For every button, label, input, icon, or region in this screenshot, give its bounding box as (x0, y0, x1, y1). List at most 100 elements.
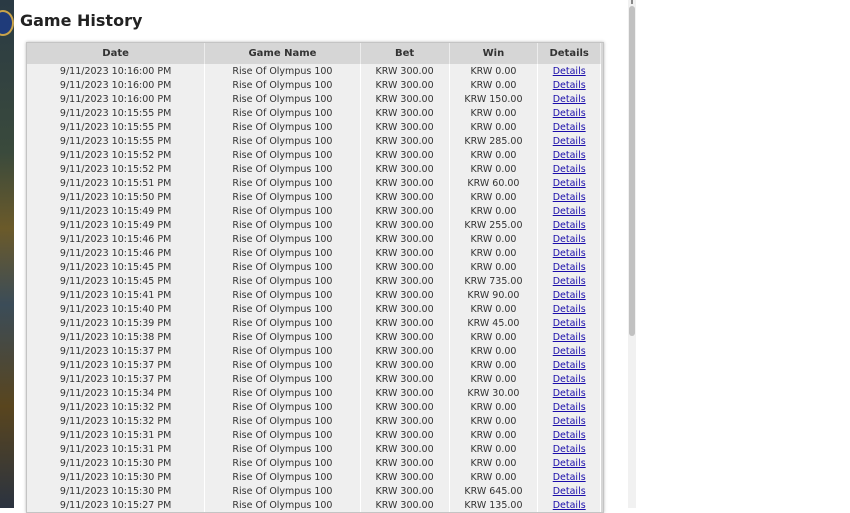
cell-game-name: Rise Of Olympus 100 (204, 106, 361, 120)
cell-bet: KRW 300.00 (360, 414, 450, 428)
cell-details: Details (537, 190, 601, 204)
cell-details: Details (537, 246, 601, 260)
details-link[interactable]: Details (553, 374, 586, 385)
cell-game-name: Rise Of Olympus 100 (204, 162, 361, 176)
scrollbar-thumb[interactable] (629, 6, 635, 336)
details-link[interactable]: Details (553, 136, 586, 147)
cell-game-name: Rise Of Olympus 100 (204, 470, 361, 484)
cell-game-name: Rise Of Olympus 100 (204, 64, 361, 78)
table-row: 9/11/2023 10:15:46 PM Rise Of Olympus 100… (27, 246, 601, 260)
cell-date: 9/11/2023 10:15:34 PM (27, 386, 206, 400)
cell-details: Details (537, 372, 601, 386)
details-link[interactable]: Details (553, 290, 586, 301)
details-link[interactable]: Details (553, 66, 586, 77)
cell-date: 9/11/2023 10:15:27 PM (27, 498, 206, 512)
details-link[interactable]: Details (553, 276, 586, 287)
cell-details: Details (537, 498, 601, 512)
table-row: 9/11/2023 10:15:32 PM Rise Of Olympus 100… (27, 414, 601, 428)
details-link[interactable]: Details (553, 430, 586, 441)
table-row: 9/11/2023 10:15:51 PM Rise Of Olympus 100… (27, 176, 601, 190)
history-table-container: Date Game Name Bet Win Details 9/11/2023… (26, 42, 604, 513)
cell-bet: KRW 300.00 (360, 302, 450, 316)
cell-details: Details (537, 386, 601, 400)
details-link[interactable]: Details (553, 444, 586, 455)
details-link[interactable]: Details (553, 402, 586, 413)
cell-details: Details (537, 428, 601, 442)
cell-game-name: Rise Of Olympus 100 (204, 204, 361, 218)
details-link[interactable]: Details (553, 262, 586, 273)
table-row: 9/11/2023 10:15:31 PM Rise Of Olympus 100… (27, 428, 601, 442)
cell-bet: KRW 300.00 (360, 92, 450, 106)
column-header-game-name: Game Name (204, 43, 361, 64)
cell-details: Details (537, 400, 601, 414)
cell-bet: KRW 300.00 (360, 106, 450, 120)
cell-details: Details (537, 330, 601, 344)
column-header-details: Details (537, 43, 601, 64)
details-link[interactable]: Details (553, 304, 586, 315)
cell-details: Details (537, 232, 601, 246)
cell-win: KRW 255.00 (449, 218, 539, 232)
table-row: 9/11/2023 10:15:39 PM Rise Of Olympus 100… (27, 316, 601, 330)
cell-bet: KRW 300.00 (360, 78, 450, 92)
details-link[interactable]: Details (553, 122, 586, 133)
cell-bet: KRW 300.00 (360, 204, 450, 218)
cell-details: Details (537, 106, 601, 120)
cell-game-name: Rise Of Olympus 100 (204, 358, 361, 372)
table-header-row: Date Game Name Bet Win Details (27, 43, 601, 64)
cell-win: KRW 0.00 (449, 428, 539, 442)
cell-win: KRW 60.00 (449, 176, 539, 190)
details-link[interactable]: Details (553, 248, 586, 259)
details-link[interactable]: Details (553, 234, 586, 245)
cell-bet: KRW 300.00 (360, 400, 450, 414)
vertical-scrollbar[interactable] (628, 0, 636, 508)
cell-date: 9/11/2023 10:15:31 PM (27, 442, 206, 456)
cell-date: 9/11/2023 10:15:41 PM (27, 288, 206, 302)
cell-game-name: Rise Of Olympus 100 (204, 92, 361, 106)
game-emblem-icon (0, 10, 14, 36)
cell-details: Details (537, 358, 601, 372)
history-table: Date Game Name Bet Win Details 9/11/2023… (27, 43, 601, 512)
details-link[interactable]: Details (553, 360, 586, 371)
cell-win: KRW 30.00 (449, 386, 539, 400)
cell-details: Details (537, 316, 601, 330)
table-row: 9/11/2023 10:15:30 PM Rise Of Olympus 100… (27, 470, 601, 484)
cell-date: 9/11/2023 10:15:52 PM (27, 162, 206, 176)
details-link[interactable]: Details (553, 416, 586, 427)
cell-game-name: Rise Of Olympus 100 (204, 218, 361, 232)
details-link[interactable]: Details (553, 192, 586, 203)
cell-game-name: Rise Of Olympus 100 (204, 148, 361, 162)
details-link[interactable]: Details (553, 206, 586, 217)
details-link[interactable]: Details (553, 150, 586, 161)
cell-win: KRW 0.00 (449, 442, 539, 456)
details-link[interactable]: Details (553, 108, 586, 119)
details-link[interactable]: Details (553, 388, 586, 399)
details-link[interactable]: Details (553, 458, 586, 469)
details-link[interactable]: Details (553, 472, 586, 483)
cell-game-name: Rise Of Olympus 100 (204, 372, 361, 386)
table-row: 9/11/2023 10:15:30 PM Rise Of Olympus 100… (27, 456, 601, 470)
game-history-panel: Game History Date Game Name Bet Win Deta… (14, 0, 628, 513)
cell-details: Details (537, 120, 601, 134)
cell-bet: KRW 300.00 (360, 64, 450, 78)
details-link[interactable]: Details (553, 80, 586, 91)
details-link[interactable]: Details (553, 500, 586, 511)
details-link[interactable]: Details (553, 346, 586, 357)
cell-date: 9/11/2023 10:15:55 PM (27, 134, 206, 148)
table-row: 9/11/2023 10:15:55 PM Rise Of Olympus 100… (27, 134, 601, 148)
cell-bet: KRW 300.00 (360, 498, 450, 512)
history-table-body: 9/11/2023 10:16:00 PM Rise Of Olympus 100… (27, 64, 601, 512)
cell-game-name: Rise Of Olympus 100 (204, 302, 361, 316)
cell-game-name: Rise Of Olympus 100 (204, 232, 361, 246)
details-link[interactable]: Details (553, 332, 586, 343)
cell-game-name: Rise Of Olympus 100 (204, 134, 361, 148)
details-link[interactable]: Details (553, 318, 586, 329)
cell-bet: KRW 300.00 (360, 456, 450, 470)
details-link[interactable]: Details (553, 220, 586, 231)
details-link[interactable]: Details (553, 94, 586, 105)
cell-details: Details (537, 274, 601, 288)
details-link[interactable]: Details (553, 164, 586, 175)
cell-bet: KRW 300.00 (360, 162, 450, 176)
cell-details: Details (537, 204, 601, 218)
details-link[interactable]: Details (553, 486, 586, 497)
details-link[interactable]: Details (553, 178, 586, 189)
